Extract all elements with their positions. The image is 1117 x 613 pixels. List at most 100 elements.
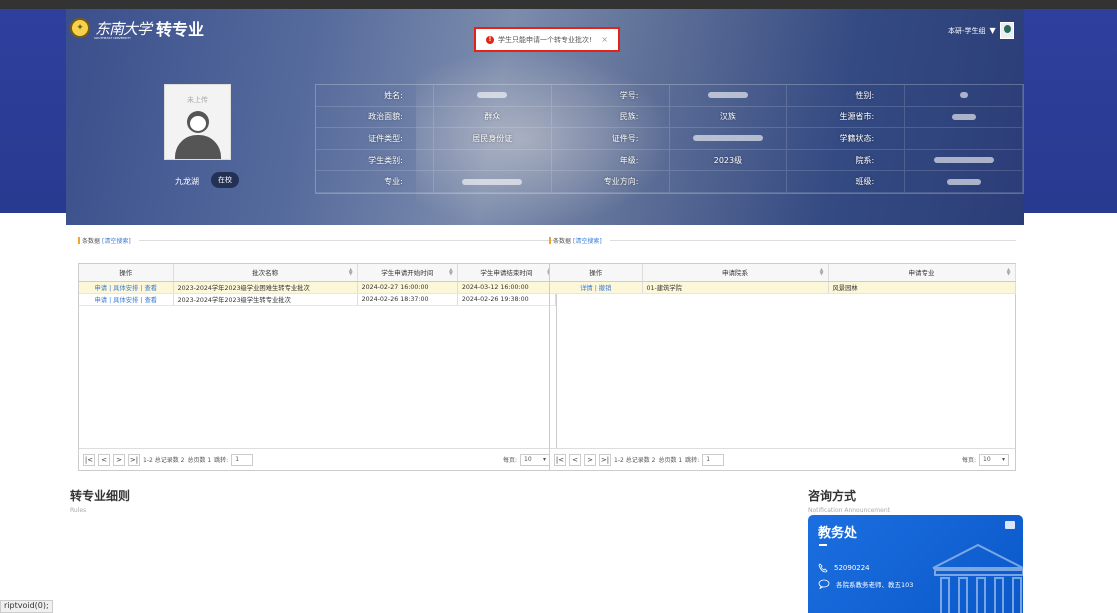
col-apply-major[interactable]: 申请专业 ▲ ▼ xyxy=(828,264,1016,282)
page-size: 每页: 10 ▾ xyxy=(961,453,1009,466)
page-size-value: 10 xyxy=(983,456,991,463)
direction-label: 专业方向: xyxy=(551,171,670,193)
sort-icon[interactable]: ▲▼ xyxy=(820,268,824,277)
browser-top-strip xyxy=(0,0,1117,9)
page-size: 每页: 10 ▾ xyxy=(503,453,550,466)
prev-page-button[interactable]: < xyxy=(569,453,581,466)
page-size-label: 每页: xyxy=(961,457,976,464)
status-badge: 在校 xyxy=(211,172,239,188)
row-actions[interactable]: 申请 | 具体安排 | 查看 xyxy=(79,281,174,294)
phone-number: 52090224 xyxy=(834,564,870,572)
application-panel: 条数据 [清空搜索] 操作 申请院系 ▲ ▼ 申请专业 ▲ ▼ 详情 | 撤销 01-建… xyxy=(549,233,1016,471)
user-menu[interactable]: 本研-学生组 ▼ xyxy=(948,22,1014,39)
grade-label: 年级: xyxy=(551,149,670,172)
error-icon: ! xyxy=(486,35,494,44)
caret-down-icon: ▼ xyxy=(989,26,996,35)
divider xyxy=(138,239,557,241)
consult-section: 咨询方式 Notification Announcement xyxy=(808,487,890,514)
major-label: 专业: xyxy=(316,171,434,193)
studentno-label: 学号: xyxy=(551,85,670,107)
gender-value xyxy=(905,85,1023,107)
jump-input[interactable]: 1 xyxy=(231,453,254,466)
university-seal-icon: ✦ xyxy=(70,18,90,38)
batch-panel-header: 条数据 [清空搜索] xyxy=(78,233,557,247)
table-row[interactable]: 申请 | 具体安排 | 查看 2023-2024学年2023级学生转专业批次 2… xyxy=(79,293,557,306)
rollstatus-value xyxy=(905,128,1023,150)
page-size-value: 10 xyxy=(524,456,532,463)
page-count: 总页数 1 xyxy=(187,457,212,464)
col-ops-label: 操作 xyxy=(119,269,133,278)
building-icon xyxy=(932,543,1023,613)
apply-dept-cell: 01-建筑学院 xyxy=(642,281,829,294)
prev-page-button[interactable]: < xyxy=(98,453,110,466)
title-marker xyxy=(78,236,80,244)
phone-icon xyxy=(818,563,828,573)
first-page-button[interactable]: |< xyxy=(83,453,95,466)
batch-table: 操作 批次名称 ▲▼ 学生申请开始时间 ▲▼ 学生申请结束时间▲▼ 申请 | 具体安… xyxy=(78,263,557,471)
silhouette-face xyxy=(190,116,206,131)
student-photo: 未上传 xyxy=(164,84,231,160)
photo-placeholder-label: 未上传 xyxy=(187,96,208,104)
clear-search-link[interactable]: [清空搜索] xyxy=(573,236,602,245)
col-batch-name-label: 批次名称 xyxy=(252,269,279,278)
col-end-time-label: 学生申请结束时间 xyxy=(480,269,533,278)
jump-input[interactable]: 1 xyxy=(702,453,725,466)
rules-subtitle: Rules xyxy=(70,507,87,514)
jump-label: 跳转: xyxy=(685,457,700,464)
message-icon xyxy=(1005,521,1015,529)
first-page-button[interactable]: |< xyxy=(554,453,566,466)
toast-close-icon[interactable]: × xyxy=(601,35,608,44)
next-page-button[interactable]: > xyxy=(584,453,596,466)
studentno-value xyxy=(669,85,788,107)
col-ops-label: 操作 xyxy=(589,269,603,278)
next-page-button[interactable]: > xyxy=(113,453,125,466)
col-ops[interactable]: 操作 xyxy=(79,264,174,282)
col-ops[interactable]: 操作 xyxy=(550,264,643,282)
rules-section: 转专业细则 Rules xyxy=(70,487,130,514)
col-apply-dept[interactable]: 申请院系 ▲ ▼ xyxy=(642,264,829,282)
name-value xyxy=(433,85,552,107)
page-size-select[interactable]: 10 ▾ xyxy=(979,453,1009,466)
batch-panel-title: 条数据 xyxy=(82,237,101,245)
browser-status-url: riptvoid(0); xyxy=(0,600,53,613)
col-end-time[interactable]: 学生申请结束时间▲▼ xyxy=(457,264,557,282)
sort-icon[interactable]: ▲▼ xyxy=(349,268,353,277)
sort-icon[interactable]: ▲▼ xyxy=(1007,268,1011,277)
major-value xyxy=(433,171,552,193)
contact-card: 教务处 52090224 各院系教务老师、教五103 xyxy=(808,515,1023,613)
batch-name-cell: 2023-2024学年2023级学生转专业批次 xyxy=(173,293,358,306)
last-page-button[interactable]: >| xyxy=(599,453,611,466)
origin-value xyxy=(905,106,1023,129)
application-table: 操作 申请院系 ▲ ▼ 申请专业 ▲ ▼ 详情 | 撤销 01-建筑学院 风景园林 |<… xyxy=(549,263,1016,471)
gender-label: 性别: xyxy=(787,85,906,107)
apply-major-cell: 风景园林 xyxy=(828,281,1016,294)
site-logo[interactable]: ✦ 东南大学 转专业 SOUTHEAST UNIVERSITY xyxy=(70,16,204,40)
title-underline xyxy=(819,544,827,546)
avatar[interactable] xyxy=(999,22,1014,39)
pager: |< < > >| 1-2 总记录数 2 总页数 1 跳转: 1 每页: 10 ▾ xyxy=(79,448,556,470)
pager: |< < > >| 1-2 总记录数 2 总页数 1 跳转: 1 每页: 10 ▾ xyxy=(550,448,1015,470)
page-size-select[interactable]: 10 ▾ xyxy=(520,453,550,466)
clear-search-link[interactable]: [清空搜索] xyxy=(102,236,131,245)
jump-label: 跳转: xyxy=(214,457,229,464)
col-apply-major-label: 申请专业 xyxy=(908,269,935,278)
row-actions[interactable]: 申请 | 具体安排 | 查看 xyxy=(79,293,174,306)
record-info: 1-2 总记录数 2 xyxy=(614,457,656,464)
table-row[interactable]: 详情 | 撤销 01-建筑学院 风景园林 xyxy=(550,281,1016,294)
title-marker xyxy=(549,236,551,244)
application-panel-title: 条数据 xyxy=(553,237,572,245)
row-actions[interactable]: 详情 | 撤销 xyxy=(550,281,643,294)
page-count: 总页数 1 xyxy=(658,457,683,464)
last-page-button[interactable]: >| xyxy=(128,453,140,466)
col-batch-name[interactable]: 批次名称 ▲ ▼ xyxy=(173,264,358,282)
idtype-label: 证件类型: xyxy=(316,128,434,150)
direction-value xyxy=(669,171,788,193)
table-row[interactable]: 申请 | 具体安排 | 查看 2023-2024学年2023级学业困难生转专业批… xyxy=(79,281,557,294)
system-title: 转专业 xyxy=(156,20,205,39)
divider xyxy=(609,239,1016,241)
col-start-time[interactable]: 学生申请开始时间 ▲ ▼ xyxy=(357,264,458,282)
dept-label: 院系: xyxy=(787,149,906,172)
sort-icon[interactable]: ▲▼ xyxy=(449,268,453,277)
ethnicity-value: 汉族 xyxy=(669,106,788,129)
application-panel-header: 条数据 [清空搜索] xyxy=(549,233,1016,247)
